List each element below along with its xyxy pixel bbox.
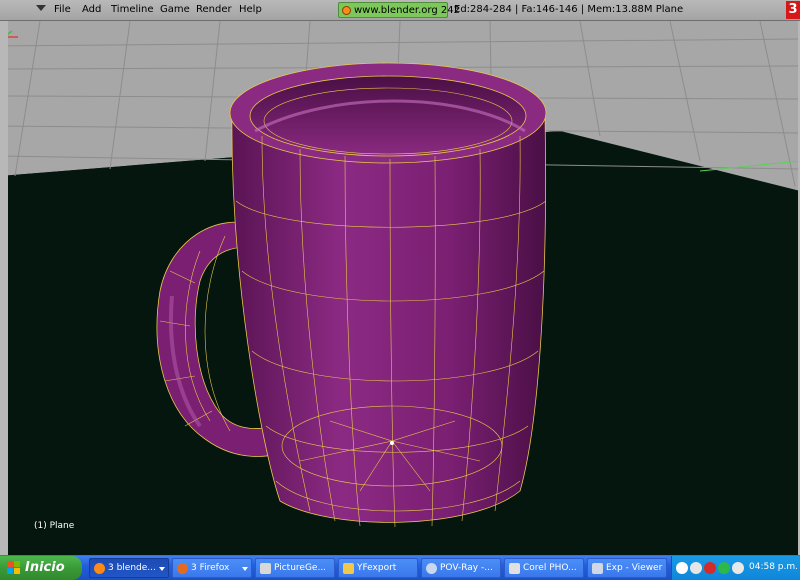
menu-render[interactable]: Render bbox=[196, 4, 232, 15]
task-blender[interactable]: 3 blende... bbox=[89, 558, 169, 578]
scene-stats: Ed:284-284 | Fa:146-146 | Mem:13.88M Pla… bbox=[454, 4, 684, 15]
axis-gizmo-icon bbox=[8, 30, 18, 38]
microphone-icon[interactable] bbox=[690, 562, 702, 574]
blender-menubar: File Add Timeline Game Render Help www.b… bbox=[0, 0, 800, 21]
menu-timeline[interactable]: Timeline bbox=[111, 4, 154, 15]
chevron-down-icon bbox=[159, 567, 165, 571]
messenger-icon[interactable] bbox=[718, 562, 730, 574]
task-label: PictureGe... bbox=[274, 563, 327, 573]
mug-body bbox=[231, 110, 547, 523]
povray-icon bbox=[426, 563, 437, 574]
task-povray[interactable]: POV-Ray -... bbox=[421, 558, 501, 578]
chevron-down-icon bbox=[242, 567, 248, 571]
menu-add[interactable]: Add bbox=[82, 4, 101, 15]
task-yfexport[interactable]: YFexport bbox=[338, 558, 418, 578]
url-text: www.blender.org 242 bbox=[354, 5, 460, 16]
folder-icon bbox=[343, 563, 354, 574]
windows-logo-icon bbox=[7, 561, 20, 574]
task-label: POV-Ray -... bbox=[440, 563, 493, 573]
start-button[interactable]: Inicio bbox=[0, 556, 82, 580]
blender-icon bbox=[342, 6, 351, 15]
menu-game[interactable]: Game bbox=[160, 4, 190, 15]
system-tray: 04:58 p.m. bbox=[671, 556, 800, 580]
menu-help[interactable]: Help bbox=[239, 4, 262, 15]
start-label: Inicio bbox=[25, 560, 65, 575]
task-firefox[interactable]: 3 Firefox bbox=[172, 558, 252, 578]
menu-collapse-icon[interactable] bbox=[36, 5, 46, 11]
active-object-label: (1) Plane bbox=[34, 521, 75, 531]
corel-icon bbox=[509, 563, 520, 574]
task-label: Corel PHO... bbox=[523, 563, 577, 573]
volume-icon[interactable] bbox=[732, 562, 744, 574]
3d-viewport[interactable] bbox=[0, 21, 800, 555]
task-exp-viewer[interactable]: Exp - Viewer bbox=[587, 558, 667, 578]
viewer-icon bbox=[592, 563, 603, 574]
blender-icon bbox=[94, 563, 105, 574]
scene-number-badge[interactable]: 3 bbox=[786, 1, 800, 19]
object-origin bbox=[390, 441, 394, 445]
blender-org-link[interactable]: www.blender.org 242 bbox=[338, 2, 460, 18]
clock[interactable]: 04:58 p.m. bbox=[749, 562, 798, 572]
windows-taskbar: Inicio 3 blende... 3 Firefox PictureGe..… bbox=[0, 555, 800, 580]
task-label: 3 Firefox bbox=[191, 563, 230, 573]
task-label: 3 blende... bbox=[108, 563, 156, 573]
task-corel[interactable]: Corel PHO... bbox=[504, 558, 584, 578]
task-label: YFexport bbox=[357, 563, 397, 573]
back-arrow-icon[interactable] bbox=[676, 562, 688, 574]
picture-icon bbox=[260, 563, 271, 574]
task-label: Exp - Viewer bbox=[606, 563, 663, 573]
menu-file[interactable]: File bbox=[54, 4, 71, 15]
security-icon[interactable] bbox=[704, 562, 716, 574]
task-picturegenerator[interactable]: PictureGe... bbox=[255, 558, 335, 578]
firefox-icon bbox=[177, 563, 188, 574]
viewport-scene bbox=[8, 21, 798, 555]
